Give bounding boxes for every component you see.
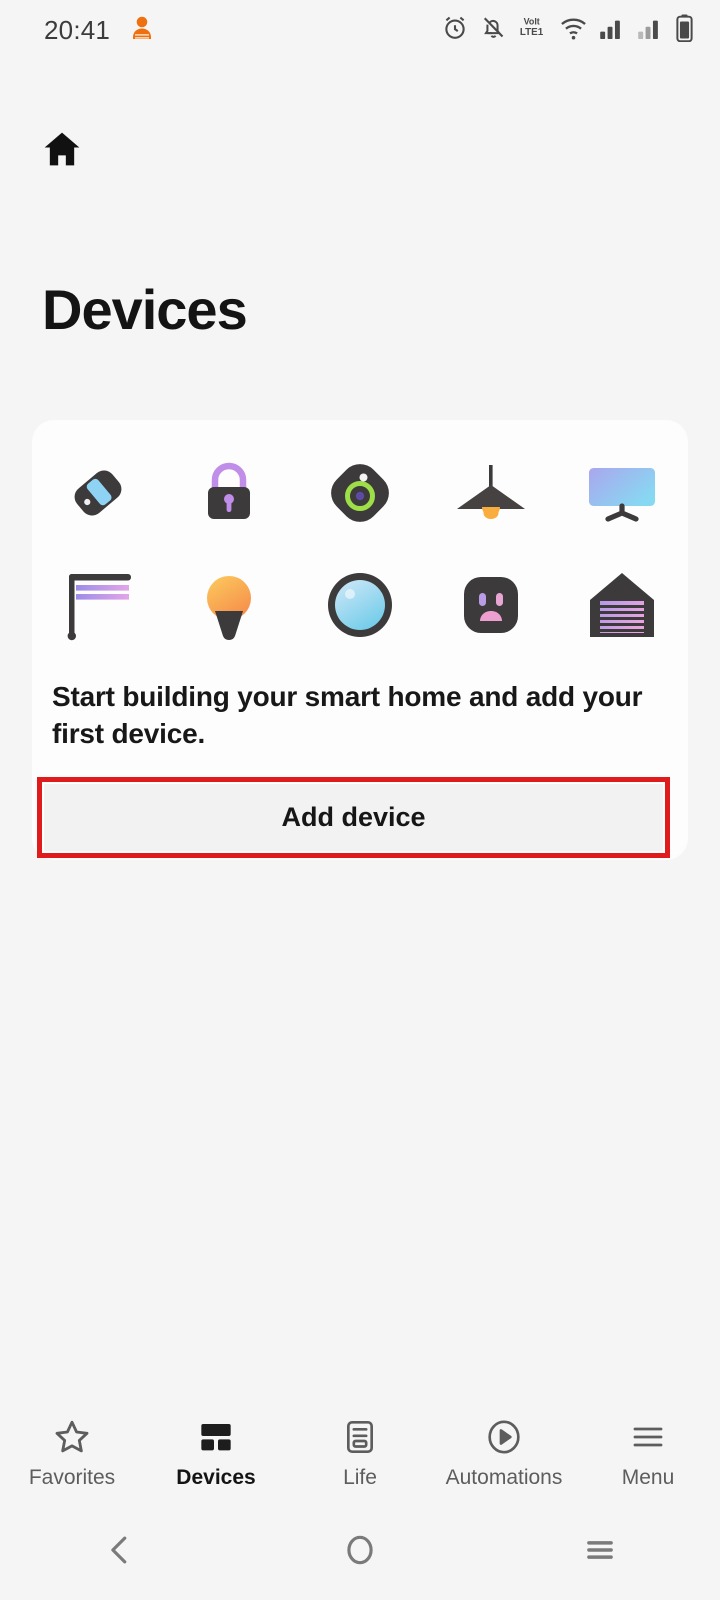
tab-menu[interactable]: Menu xyxy=(578,1415,718,1490)
wifi-icon xyxy=(559,15,588,46)
back-icon[interactable] xyxy=(60,1500,180,1600)
device-icon-grid xyxy=(32,448,688,650)
add-device-highlight: Add device xyxy=(37,777,670,858)
sensor-tag-icon xyxy=(50,448,146,538)
grid-icon xyxy=(196,1415,236,1457)
document-icon xyxy=(340,1415,380,1457)
add-device-button[interactable]: Add device xyxy=(44,784,663,851)
status-bar-left: 20:41 xyxy=(44,15,154,46)
recents-icon[interactable] xyxy=(540,1500,660,1600)
status-bar-clock: 20:41 xyxy=(44,14,111,45)
home-circle-icon[interactable] xyxy=(300,1500,420,1600)
status-bar-right: VoIt LTE1 xyxy=(441,13,694,47)
empty-state-message: Start building your smart home and add y… xyxy=(52,681,643,750)
play-circle-icon xyxy=(484,1415,524,1457)
svg-text:VoIt: VoIt xyxy=(524,17,540,27)
tab-menu-label: Menu xyxy=(621,1465,675,1489)
system-navigation-bar xyxy=(0,1500,720,1600)
curtain-icon xyxy=(50,560,146,650)
tab-life-label: Life xyxy=(343,1465,377,1489)
page-title: Devices xyxy=(42,278,248,341)
status-bar: 20:41 VoIt LTE1 xyxy=(0,0,720,60)
tab-automations-label: Automations xyxy=(445,1465,563,1489)
tv-icon xyxy=(574,448,670,538)
phone-screen: 20:41 VoIt LTE1 Devices Start building y… xyxy=(0,0,720,1600)
tab-favorites[interactable]: Favorites xyxy=(2,1415,142,1490)
alarm-icon xyxy=(441,14,469,47)
notification-badge-icon xyxy=(130,15,154,46)
hamburger-icon xyxy=(628,1415,668,1457)
tab-devices-label: Devices xyxy=(176,1465,256,1489)
tab-devices[interactable]: Devices xyxy=(146,1415,286,1490)
pendant-lamp-icon xyxy=(443,448,539,538)
signal-sim1-icon xyxy=(599,15,626,46)
bottom-tab-bar: Favorites Devices Life Automations Menu xyxy=(0,1404,720,1500)
smart-lock-icon xyxy=(181,448,277,538)
light-bulb-icon xyxy=(181,560,277,650)
notifications-muted-icon xyxy=(480,14,507,46)
svg-text:LTE1: LTE1 xyxy=(520,27,544,38)
garage-door-icon xyxy=(574,560,670,650)
volte-icon: VoIt LTE1 xyxy=(518,14,548,46)
round-sensor-icon xyxy=(312,560,408,650)
home-icon[interactable] xyxy=(41,128,83,170)
battery-icon xyxy=(675,13,694,47)
tab-automations[interactable]: Automations xyxy=(434,1415,574,1490)
tab-life[interactable]: Life xyxy=(290,1415,430,1490)
power-socket-icon xyxy=(443,560,539,650)
camera-icon xyxy=(312,448,408,538)
signal-sim2-icon xyxy=(637,15,664,46)
star-icon xyxy=(52,1415,92,1457)
tab-favorites-label: Favorites xyxy=(28,1465,116,1489)
